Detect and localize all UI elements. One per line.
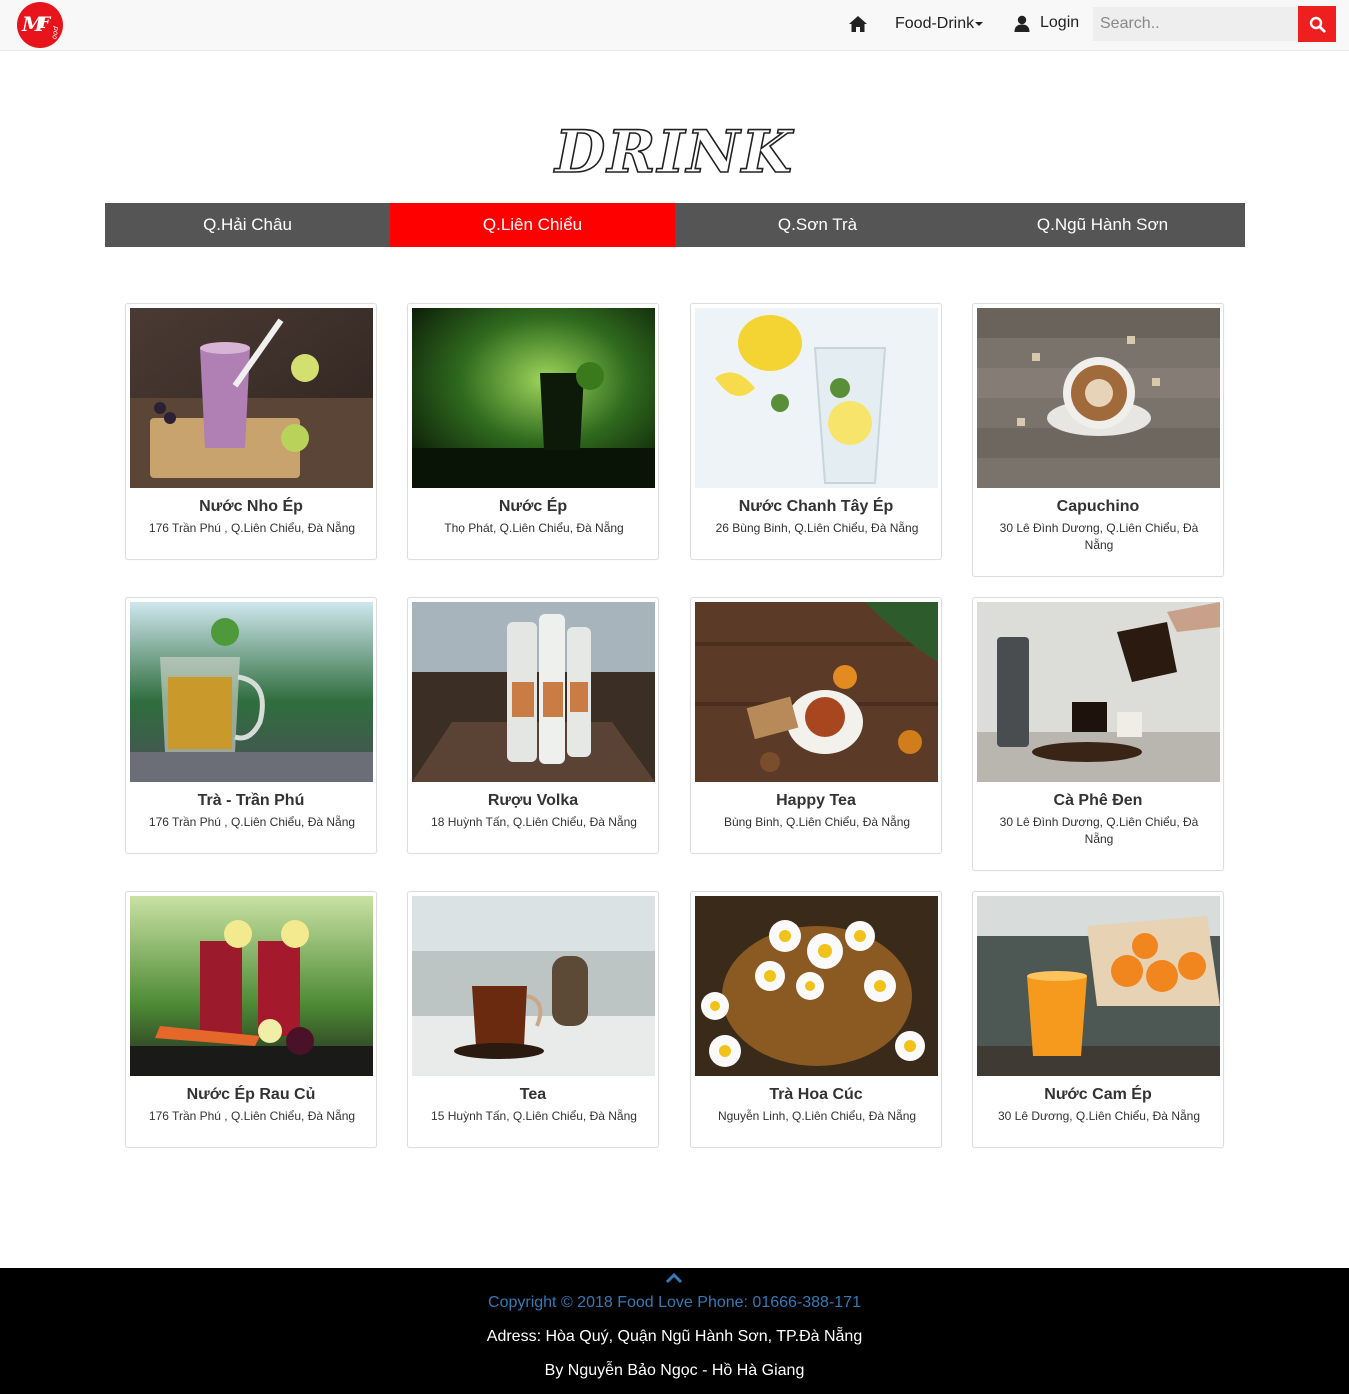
drink-image — [977, 308, 1220, 488]
drink-address: 30 Lê Đình Dương, Q.Liên Chiểu, Đà Nẵng — [999, 521, 1199, 552]
drink-address: 176 Trần Phú , Q.Liên Chiểu, Đà Nẵng — [148, 521, 356, 535]
drink-name: Trà Hoa Cúc — [769, 1086, 863, 1103]
drink-name: Nước Chanh Tây Ép — [738, 498, 894, 515]
drink-address: 15 Huỳnh Tấn, Q.Liên Chiểu, Đà Nẵng — [431, 1109, 637, 1123]
drink-card[interactable]: Nước Nho Ép 176 Trần Phú , Q.Liên Chiểu,… — [125, 303, 377, 560]
drink-name: Happy Tea — [776, 792, 856, 809]
drink-card[interactable]: Trà Hoa Cúc Nguyễn Linh, Q.Liên Chiểu, Đ… — [690, 891, 942, 1148]
drink-card[interactable]: Happy Tea Bùng Binh, Q.Liên Chiểu, Đà Nẵ… — [690, 597, 942, 854]
footer-byline: By Nguyễn Bảo Ngọc - Hồ Hà Giang — [544, 1362, 805, 1379]
food-drink-label: Food-Drink — [895, 15, 975, 32]
caret-down-icon — [975, 21, 984, 26]
drink-name: Nước Cam Ép — [1044, 1086, 1152, 1103]
search-button[interactable] — [1298, 6, 1336, 42]
drink-address: Thọ Phát, Q.Liên Chiểu, Đà Nẵng — [444, 521, 624, 535]
drink-image — [130, 602, 373, 782]
drink-name: Tea — [519, 1086, 547, 1103]
drink-card[interactable]: Capuchino 30 Lê Đình Dương, Q.Liên Chiểu… — [972, 303, 1224, 577]
drink-card[interactable]: Cà Phê Đen 30 Lê Đình Dương, Q.Liên Chiể… — [972, 597, 1224, 871]
drink-address: 30 Lê Đình Dương, Q.Liên Chiểu, Đà Nẵng — [999, 815, 1199, 846]
drink-address: 18 Huỳnh Tấn, Q.Liên Chiểu, Đà Nẵng — [431, 815, 637, 829]
drink-address: Bùng Binh, Q.Liên Chiểu, Đà Nẵng — [723, 815, 911, 829]
tab-hai-chau[interactable]: Q.Hải Châu — [105, 203, 390, 247]
drink-address: Nguyễn Linh, Q.Liên Chiểu, Đà Nẵng — [717, 1109, 917, 1123]
chevron-up-icon[interactable] — [665, 1272, 683, 1284]
drink-image — [412, 308, 655, 488]
drink-address: 26 Bùng Binh, Q.Liên Chiểu, Đà Nẵng — [715, 521, 919, 535]
drink-name: Nước Ép — [498, 498, 568, 515]
drink-address: 176 Trần Phú , Q.Liên Chiểu, Đà Nẵng — [148, 815, 356, 829]
drink-image — [695, 308, 938, 488]
user-icon — [1014, 15, 1030, 32]
drink-image — [412, 602, 655, 782]
drink-card[interactable]: Nước Ép Thọ Phát, Q.Liên Chiểu, Đà Nẵng — [407, 303, 659, 560]
drink-address: 176 Trần Phú , Q.Liên Chiểu, Đà Nẵng — [148, 1109, 356, 1123]
login-link[interactable]: Login — [1014, 14, 1079, 32]
tab-ngu-hanh-son[interactable]: Q.Ngũ Hành Sơn — [960, 203, 1245, 247]
drink-card[interactable]: Nước Chanh Tây Ép 26 Bùng Binh, Q.Liên C… — [690, 303, 942, 560]
drink-name: Capuchino — [1056, 498, 1140, 515]
drink-address: 30 Lê Dương, Q.Liên Chiểu, Đà Nẵng — [997, 1109, 1201, 1123]
drink-image — [695, 602, 938, 782]
search-icon — [1309, 16, 1326, 33]
drink-card[interactable]: Nước Ép Rau Củ 176 Trần Phú , Q.Liên Chi… — [125, 891, 377, 1148]
home-icon[interactable] — [847, 13, 869, 35]
drink-image — [130, 308, 373, 488]
copyright-text: Copyright © 2018 Food Love Phone: 01666-… — [488, 1294, 861, 1311]
drink-card[interactable]: Nước Cam Ép 30 Lê Dương, Q.Liên Chiểu, Đ… — [972, 891, 1224, 1148]
mfood-logo[interactable]: M F ood — [15, 2, 65, 48]
drink-name: Trà - Trần Phú — [197, 792, 305, 809]
drink-name: Nước Nho Ép — [199, 498, 303, 515]
drink-card[interactable]: Trà - Trần Phú 176 Trần Phú , Q.Liên Chi… — [125, 597, 377, 854]
drink-card[interactable]: Rượu Volka 18 Huỳnh Tấn, Q.Liên Chiểu, Đ… — [407, 597, 659, 854]
drink-image — [130, 896, 373, 1076]
navbar: M F ood Food-Drink Login — [0, 0, 1349, 51]
search-input[interactable] — [1093, 7, 1298, 41]
tab-lien-chieu[interactable]: Q.Liên Chiểu — [390, 203, 675, 247]
drink-image — [695, 896, 938, 1076]
tab-son-tra[interactable]: Q.Sơn Trà — [675, 203, 960, 247]
drink-image — [977, 896, 1220, 1076]
food-drink-dropdown[interactable]: Food-Drink — [895, 15, 984, 33]
drink-name: Nước Ép Rau Củ — [186, 1086, 316, 1103]
page-title: DRINK — [554, 117, 795, 187]
drink-image — [412, 896, 655, 1076]
footer-address: Adress: Hòa Quý, Quận Ngũ Hành Sơn, TP.Đ… — [486, 1328, 863, 1345]
drink-card[interactable]: Tea 15 Huỳnh Tấn, Q.Liên Chiểu, Đà Nẵng — [407, 891, 659, 1148]
footer: Copyright © 2018 Food Love Phone: 01666-… — [0, 1268, 1349, 1394]
login-label: Login — [1040, 14, 1080, 31]
drink-name: Rượu Volka — [487, 792, 579, 809]
drink-image — [977, 602, 1220, 782]
svg-text:F: F — [38, 13, 52, 32]
district-tabs: Q.Hải Châu Q.Liên Chiểu Q.Sơn Trà Q.Ngũ … — [105, 203, 1245, 247]
drink-name: Cà Phê Đen — [1053, 792, 1143, 809]
